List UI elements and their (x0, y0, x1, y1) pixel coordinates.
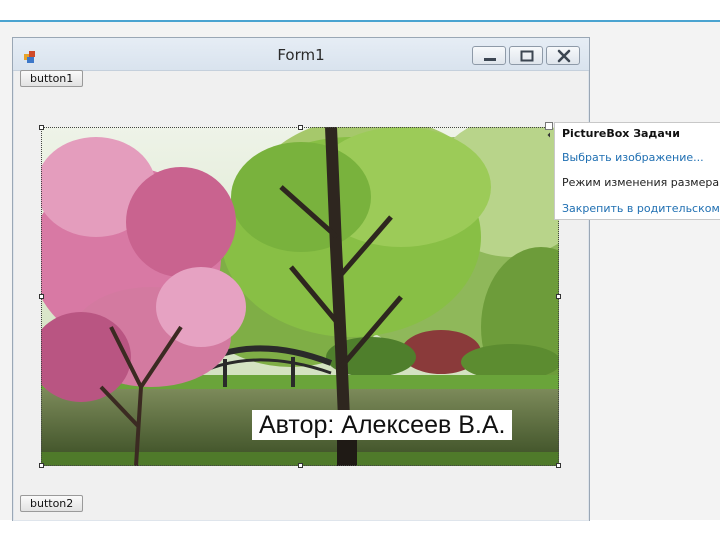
close-button[interactable] (546, 46, 580, 65)
resize-handle-bottom[interactable] (298, 463, 303, 468)
button2[interactable]: button2 (20, 495, 83, 512)
minimize-button[interactable] (472, 46, 506, 65)
maximize-icon (520, 50, 534, 62)
dock-in-parent-link[interactable]: Закрепить в родительском (562, 202, 720, 215)
resize-handle-bottom-right[interactable] (556, 463, 561, 468)
resize-handle-top[interactable] (298, 125, 303, 130)
chevron-left-icon (547, 132, 550, 138)
maximize-button[interactable] (509, 46, 543, 65)
tasks-panel-title: PictureBox Задачи (562, 127, 680, 140)
picturebox-tasks-panel: PictureBox Задачи Выбрать изображение...… (554, 122, 720, 220)
resize-handle-right[interactable] (556, 294, 561, 299)
minimize-icon (484, 58, 496, 61)
choose-image-link[interactable]: Выбрать изображение... (562, 151, 704, 164)
title-bar[interactable]: Form1 (13, 38, 589, 71)
resize-handle-left[interactable] (39, 294, 44, 299)
button1[interactable]: button1 (20, 70, 83, 87)
smart-tag-button[interactable] (545, 122, 553, 138)
size-mode-label: Режим изменения размера (562, 176, 720, 189)
author-caption: Автор: Алексеев В.А. (252, 410, 513, 440)
resize-handle-bottom-left[interactable] (39, 463, 44, 468)
resize-handle-top-left[interactable] (39, 125, 44, 130)
close-icon (557, 49, 571, 63)
